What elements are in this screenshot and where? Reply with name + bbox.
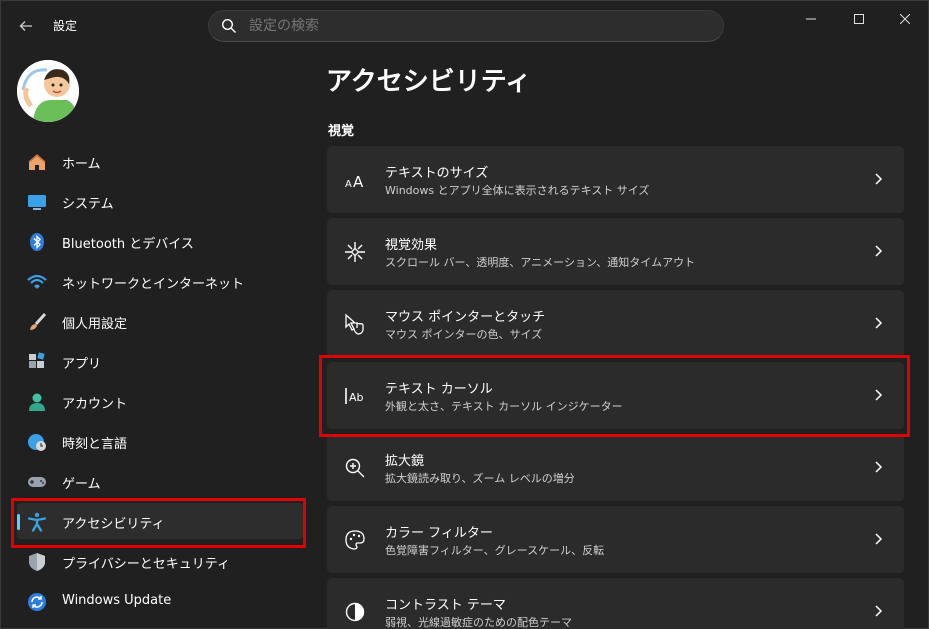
card-magnifier[interactable]: 拡大鏡 拡大鏡読み取り、ズーム レベルの増分: [327, 434, 904, 501]
minimize-icon: [806, 18, 816, 20]
section-title: 視覚: [328, 124, 355, 139]
sidebar-item-gaming[interactable]: ゲーム: [17, 463, 303, 499]
contrast-icon: [345, 602, 365, 622]
update-icon: [28, 593, 46, 611]
svg-text:A: A: [353, 173, 364, 191]
back-button[interactable]: [13, 13, 39, 39]
card-title: 拡大鏡: [385, 454, 425, 469]
card-subtitle: 色覚障害フィルター、グレースケール、反転: [385, 544, 605, 557]
sidebar-item-system[interactable]: システム: [17, 183, 303, 219]
chevron-right-icon: [875, 245, 883, 257]
svg-text:A: A: [345, 179, 352, 190]
sidebar-item-bluetooth[interactable]: Bluetooth とデバイス: [17, 223, 303, 259]
sparkle-icon: [345, 242, 365, 262]
card-subtitle: スクロール バー、透明度、アニメーション、通知タイムアウト: [385, 256, 696, 269]
avatar[interactable]: [17, 60, 79, 122]
text-size-icon: AA: [345, 173, 364, 191]
sidebar-item-label: 個人用設定: [62, 317, 128, 332]
chevron-right-icon: [875, 173, 883, 185]
magnifier-icon: [345, 458, 365, 478]
person-icon: [29, 393, 45, 411]
sidebar-item-windows-update[interactable]: Windows Update: [17, 583, 303, 619]
sidebar-item-network[interactable]: ネットワークとインターネット: [17, 263, 303, 299]
search-box[interactable]: [208, 10, 724, 42]
settings-window: 設定 ホーム: [0, 0, 929, 629]
chevron-right-icon: [875, 461, 883, 473]
card-subtitle: Windows とアプリ全体に表示されるテキスト サイズ: [385, 184, 650, 197]
card-mouse-pointer-touch[interactable]: マウス ポインターとタッチ マウス ポインターの色、サイズ: [327, 290, 904, 357]
search-input[interactable]: [249, 17, 689, 33]
home-icon: [28, 154, 46, 170]
sidebar-item-label: ネットワークとインターネット: [62, 277, 245, 292]
search-icon: [221, 18, 236, 33]
card-title: テキストのサイズ: [385, 166, 489, 181]
card-title: マウス ポインターとタッチ: [385, 310, 546, 325]
card-color-filter[interactable]: カラー フィルター 色覚障害フィルター、グレースケール、反転: [327, 506, 904, 573]
sidebar-item-apps[interactable]: アプリ: [17, 343, 303, 379]
sidebar-item-label: システム: [62, 197, 114, 212]
avatar-illustration: [17, 60, 79, 122]
card-subtitle: 拡大鏡読み取り、ズーム レベルの増分: [385, 472, 575, 485]
card-visual-effects[interactable]: 視覚効果 スクロール バー、透明度、アニメーション、通知タイムアウト: [327, 218, 904, 285]
card-text-size[interactable]: AA テキストのサイズ Windows とアプリ全体に表示されるテキスト サイズ: [327, 146, 904, 213]
card-subtitle: 弱視、光線過敏症のための配色テーマ: [385, 616, 572, 629]
brush-icon: [30, 312, 47, 330]
chevron-right-icon: [875, 317, 883, 329]
sidebar-item-label: ホーム: [62, 157, 101, 172]
card-subtitle: マウス ポインターの色、サイズ: [385, 328, 543, 341]
sidebar-item-label: ゲーム: [62, 477, 101, 492]
sidebar-item-label: アカウント: [62, 397, 128, 412]
card-title: 視覚効果: [385, 238, 438, 253]
sidebar-item-label: プライバシーとセキュリティ: [62, 557, 230, 572]
close-icon: [900, 14, 910, 24]
palette-icon: [345, 530, 365, 550]
close-button[interactable]: [882, 5, 928, 33]
gamepad-icon: [28, 477, 46, 487]
maximize-icon: [854, 14, 864, 24]
back-arrow-icon: [19, 21, 32, 31]
sidebar-item-time-language[interactable]: 時刻と言語: [17, 423, 303, 459]
sidebar-item-personalization[interactable]: 個人用設定: [17, 303, 303, 339]
page-title: アクセシビリティ: [326, 67, 532, 97]
sidebar-item-label: Windows Update: [62, 593, 172, 608]
minimize-button[interactable]: [788, 5, 834, 33]
chevron-right-icon: [875, 533, 883, 545]
highlight-box-sidebar: [11, 498, 306, 548]
sidebar-item-privacy-security[interactable]: プライバシーとセキュリティ: [17, 543, 303, 579]
monitor-icon: [28, 195, 46, 210]
apps-icon: [29, 352, 45, 368]
pointer-touch-icon: [345, 313, 364, 335]
shield-icon: [29, 553, 45, 571]
sidebar-item-home[interactable]: ホーム: [17, 143, 303, 179]
sidebar-item-label: 時刻と言語: [62, 437, 128, 452]
sidebar-item-accounts[interactable]: アカウント: [17, 383, 303, 419]
clock-globe-icon: [28, 434, 46, 451]
sidebar-item-label: Bluetooth とデバイス: [62, 237, 194, 252]
card-contrast-themes[interactable]: コントラスト テーマ 弱視、光線過敏症のための配色テーマ: [327, 578, 904, 629]
card-title: カラー フィルター: [385, 526, 493, 541]
highlight-box-text-cursor: [319, 355, 910, 437]
wifi-icon: [27, 274, 47, 289]
app-title: 設定: [53, 19, 78, 33]
chevron-right-icon: [875, 605, 883, 617]
sidebar-item-label: アプリ: [62, 357, 102, 372]
maximize-button[interactable]: [836, 5, 882, 33]
card-title: コントラスト テーマ: [385, 598, 506, 613]
bluetooth-icon: [30, 233, 44, 251]
title-bar: 設定: [1, 1, 928, 49]
